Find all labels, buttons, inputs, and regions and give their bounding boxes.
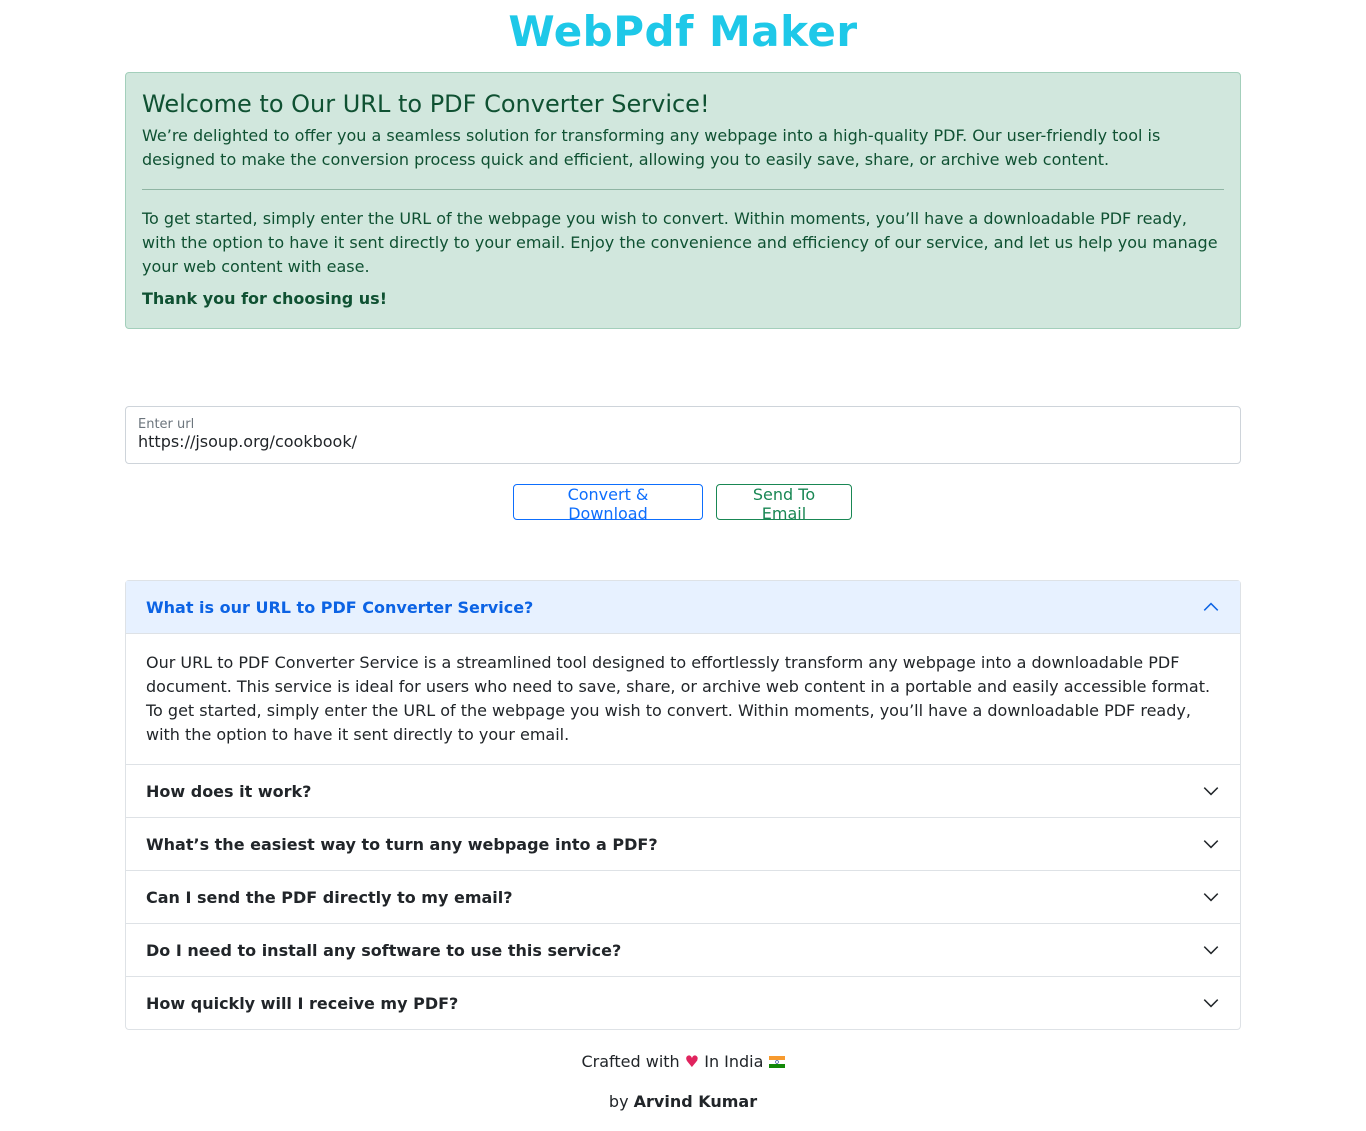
app-title: WebPdf Maker [508, 7, 858, 56]
crafted-suffix: In India [704, 1052, 764, 1071]
faq-question: Can I send the PDF directly to my email? [146, 887, 513, 907]
crafted-prefix: Crafted with [581, 1052, 680, 1071]
welcome-instructions: To get started, simply enter the URL of … [142, 209, 1218, 276]
welcome-intro: We’re delighted to offer you a seamless … [142, 126, 1161, 169]
chevron-down-icon [1203, 840, 1219, 849]
faq-item: Can I send the PDF directly to my email? [126, 871, 1240, 924]
welcome-alert: Welcome to Our URL to PDF Converter Serv… [125, 72, 1241, 329]
author-name: Arvind Kumar [633, 1092, 758, 1111]
send-to-email-button[interactable]: Send To Email [716, 484, 852, 523]
chevron-down-icon [1203, 893, 1219, 902]
faq-question: What’s the easiest way to turn any webpa… [146, 834, 658, 854]
faq-item: What’s the easiest way to turn any webpa… [126, 818, 1240, 871]
heart-icon: ♥ [684, 1052, 700, 1071]
india-flag-icon [768, 1056, 785, 1068]
convert-download-button[interactable]: Convert & Download [513, 484, 703, 523]
faq-question: What is our URL to PDF Converter Service… [146, 597, 534, 617]
faq-question-toggle[interactable]: How does it work? [126, 765, 1240, 817]
faq-accordion: What is our URL to PDF Converter Service… [125, 580, 1241, 1030]
faq-question: How does it work? [146, 781, 312, 801]
welcome-thanks: Thank you for choosing us! [142, 289, 387, 308]
faq-question: Do I need to install any software to use… [146, 940, 622, 960]
faq-question-toggle[interactable]: Can I send the PDF directly to my email? [126, 871, 1240, 923]
faq-item: What is our URL to PDF Converter Service… [126, 581, 1240, 765]
url-field[interactable]: Enter url [125, 406, 1241, 464]
divider [142, 189, 1224, 190]
footer: Crafted with ♥ In India by Arvind Kumar [0, 1050, 1366, 1114]
faq-question-toggle[interactable]: What is our URL to PDF Converter Service… [126, 581, 1240, 634]
chevron-down-icon [1203, 999, 1219, 1008]
faq-answer: Our URL to PDF Converter Service is a st… [146, 653, 1211, 744]
author-line: by Arvind Kumar [0, 1090, 1366, 1114]
chevron-down-icon [1203, 946, 1219, 955]
faq-question-toggle[interactable]: What’s the easiest way to turn any webpa… [126, 818, 1240, 870]
welcome-heading: Welcome to Our URL to PDF Converter Serv… [142, 90, 710, 118]
chevron-up-icon [1203, 602, 1219, 611]
url-input[interactable] [138, 432, 1218, 451]
by-prefix: by [608, 1092, 629, 1111]
faq-question-toggle[interactable]: Do I need to install any software to use… [126, 924, 1240, 976]
crafted-line: Crafted with ♥ In India [0, 1050, 1366, 1074]
faq-item: Do I need to install any software to use… [126, 924, 1240, 977]
chevron-down-icon [1203, 787, 1219, 796]
faq-item: How does it work? [126, 765, 1240, 818]
url-field-label: Enter url [138, 417, 195, 432]
faq-item: How quickly will I receive my PDF? [126, 977, 1240, 1029]
faq-question: How quickly will I receive my PDF? [146, 993, 459, 1013]
faq-question-toggle[interactable]: How quickly will I receive my PDF? [126, 977, 1240, 1029]
